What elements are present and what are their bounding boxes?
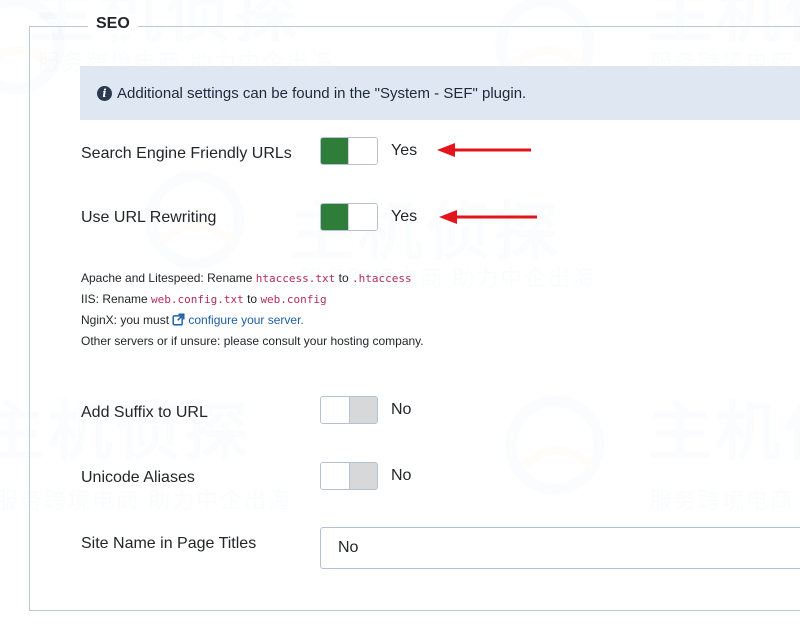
toggle-knob [321, 397, 350, 423]
help-text: to [243, 292, 261, 306]
toggle-on-fill [321, 138, 351, 164]
help-line-iis: IIS: Rename web.config.txt to web.config [81, 289, 424, 310]
help-text: Apache and Litespeed: Rename [81, 271, 256, 285]
help-code: htaccess.txt [255, 272, 336, 285]
info-alert-text: Additional settings can be found in the … [117, 84, 527, 102]
fieldset-legend: SEO [88, 14, 138, 34]
configure-server-link[interactable]: configure your server. [172, 313, 304, 327]
url-rewriting-label: Use URL Rewriting [81, 209, 217, 226]
rewrite-help-text: Apache and Litespeed: Rename htaccess.tx… [81, 268, 424, 352]
toggle-knob [321, 463, 350, 489]
help-line-nginx: NginX: you must configure your server. [81, 310, 424, 331]
toggle-knob [348, 138, 377, 164]
sef-urls-label: Search Engine Friendly URLs [81, 145, 292, 162]
help-text: to [335, 271, 352, 285]
help-text: IIS: Rename [81, 292, 152, 306]
sitename-select[interactable]: No [320, 527, 800, 569]
info-alert: i Additional settings can be found in th… [80, 66, 800, 120]
sef-urls-state: Yes [391, 142, 418, 159]
toggle-on-fill [321, 204, 351, 230]
help-code: web.config [260, 293, 327, 306]
configure-server-link-text: configure your server. [188, 313, 304, 327]
suffix-state: No [391, 401, 412, 418]
help-text: NginX: you must [81, 313, 173, 327]
sitename-label: Site Name in Page Titles [81, 535, 257, 552]
suffix-label: Add Suffix to URL [81, 404, 208, 421]
url-rewriting-toggle[interactable] [320, 203, 378, 231]
suffix-toggle[interactable] [320, 396, 378, 424]
external-link-icon [172, 313, 185, 326]
url-rewriting-state: Yes [391, 208, 418, 225]
unicode-state: No [391, 467, 412, 484]
help-line-apache: Apache and Litespeed: Rename htaccess.tx… [81, 268, 424, 289]
toggle-knob [348, 204, 377, 230]
sef-urls-toggle[interactable] [320, 137, 378, 165]
help-code: web.config.txt [151, 293, 244, 306]
unicode-label: Unicode Aliases [81, 469, 195, 486]
info-icon: i [97, 85, 112, 101]
toggle-off-fill [348, 463, 377, 489]
help-code: .htaccess [351, 272, 412, 285]
help-line-other: Other servers or if unsure: please consu… [81, 334, 424, 348]
unicode-toggle[interactable] [320, 462, 378, 490]
toggle-off-fill [348, 397, 377, 423]
